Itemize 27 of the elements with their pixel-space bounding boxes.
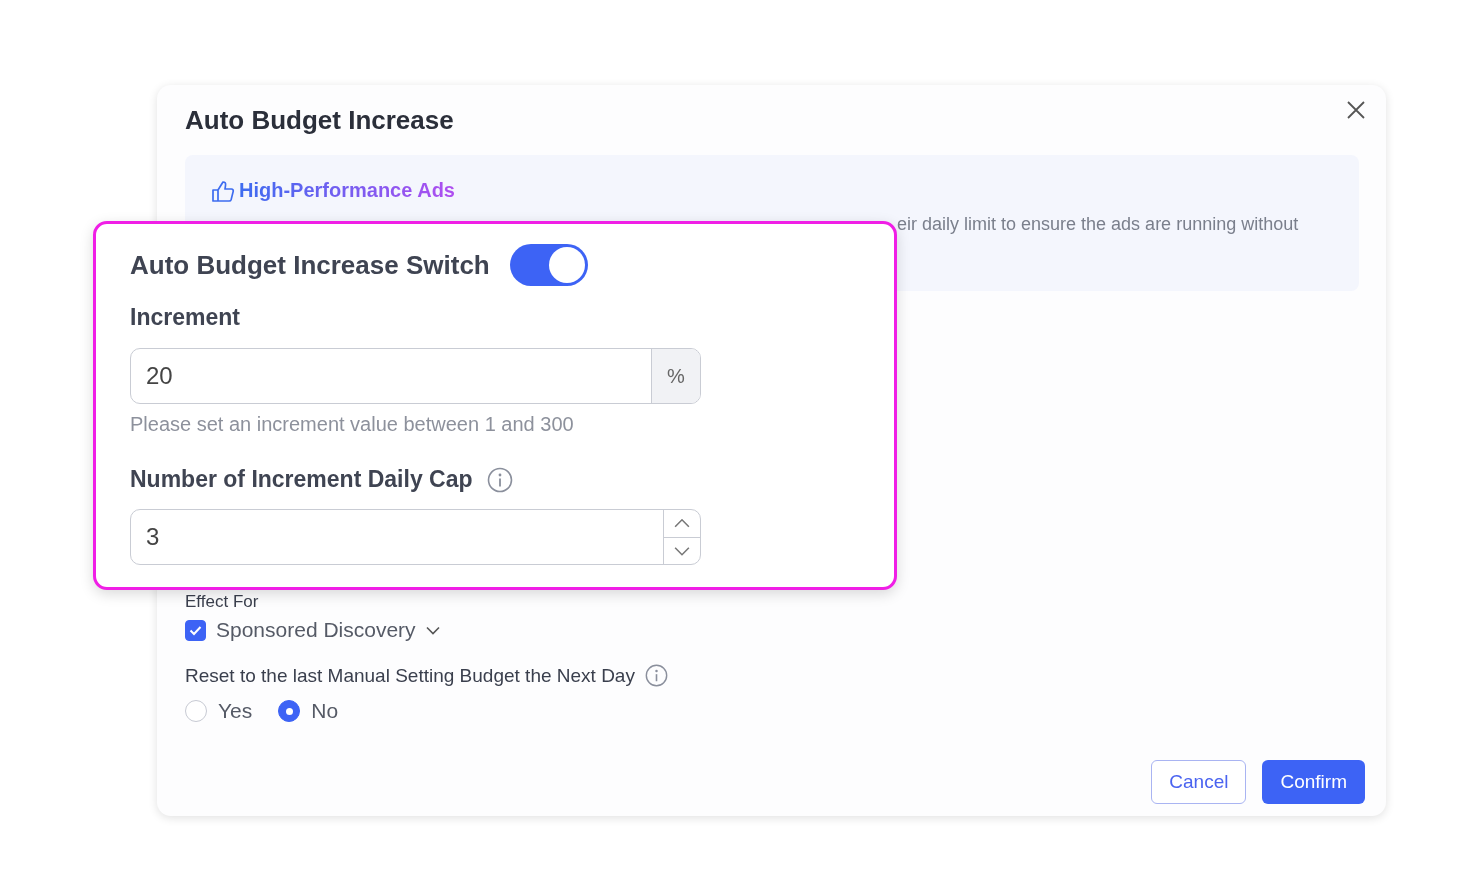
banner-text: eir daily limit to ensure the ads are running without — [897, 214, 1300, 235]
cancel-button[interactable]: Cancel — [1151, 760, 1247, 804]
close-icon[interactable] — [1347, 101, 1365, 119]
switch-label: Auto Budget Increase Switch — [130, 249, 490, 281]
field-label: Reset to the last Manual Setting Budget the Next Day — [185, 664, 635, 687]
thumbs-up-icon — [211, 179, 235, 202]
radio-button[interactable] — [278, 700, 301, 722]
chevron-down-icon[interactable] — [425, 625, 440, 635]
checkbox[interactable] — [185, 619, 206, 641]
field-label: Effect For — [185, 592, 259, 612]
number-input-field[interactable]: 3 — [130, 509, 701, 565]
info-icon — [486, 466, 513, 493]
field-label: Increment — [130, 304, 241, 331]
dialog-title: Auto Budget Increase — [185, 104, 454, 137]
banner-heading: High-Performance Ads — [239, 179, 455, 202]
field-label: Number of Increment Daily Cap — [130, 466, 473, 493]
radio-label: Yes — [218, 699, 253, 723]
info-icon — [644, 664, 668, 687]
unit-suffix: % — [651, 349, 700, 403]
checkmark-icon — [189, 624, 202, 636]
toggle-switch[interactable] — [509, 244, 588, 286]
radio-button[interactable] — [185, 700, 207, 722]
checkbox-label: Sponsored Discovery — [216, 618, 416, 642]
radio-label: No — [311, 699, 339, 723]
confirm-button[interactable]: Confirm — [1262, 760, 1365, 804]
help-text: Please set an increment value between 1 and 300 — [130, 413, 575, 436]
input-field[interactable]: 20 % — [130, 348, 701, 404]
